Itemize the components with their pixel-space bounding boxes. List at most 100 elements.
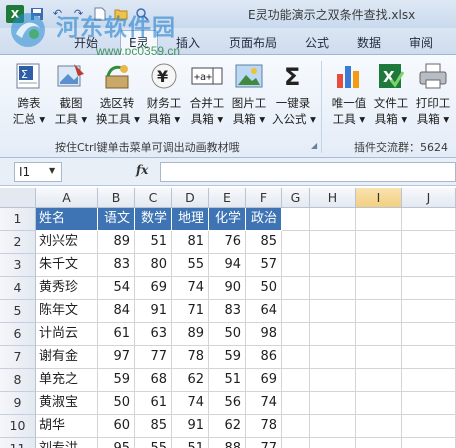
tab-review[interactable]: 审阅 <box>409 34 433 51</box>
empty-cell[interactable] <box>402 208 456 231</box>
score-cell[interactable]: 74 <box>246 392 282 415</box>
empty-cell[interactable] <box>282 300 310 323</box>
score-cell[interactable]: 62 <box>172 369 209 392</box>
open-folder-icon[interactable] <box>112 5 129 22</box>
student-name-cell[interactable]: 黄秀珍 <box>36 277 98 300</box>
row-header-6[interactable]: 6 <box>0 323 36 346</box>
score-cell[interactable]: 55 <box>172 254 209 277</box>
empty-cell[interactable] <box>356 323 402 346</box>
formula-input[interactable] <box>160 162 456 182</box>
student-name-cell[interactable]: 刘兴宏 <box>36 231 98 254</box>
empty-cell[interactable] <box>402 231 456 254</box>
empty-cell[interactable] <box>282 415 310 438</box>
tab-formulas[interactable]: 公式 <box>305 34 329 51</box>
score-cell[interactable]: 83 <box>209 300 246 323</box>
empty-cell[interactable] <box>310 300 356 323</box>
table-header-cell[interactable]: 语文 <box>98 208 135 231</box>
select-all-corner[interactable] <box>0 188 36 208</box>
picture-toolbox-button[interactable]: 图片工 具箱 ▾ <box>228 59 270 137</box>
empty-cell[interactable] <box>356 415 402 438</box>
tab-insert[interactable]: 插入 <box>176 34 200 51</box>
insert-function-icon[interactable]: fx <box>136 163 148 177</box>
score-cell[interactable]: 98 <box>246 323 282 346</box>
empty-cell[interactable] <box>310 208 356 231</box>
empty-cell[interactable] <box>310 392 356 415</box>
score-cell[interactable]: 81 <box>172 231 209 254</box>
print-toolbox-button[interactable]: 打印工 具箱 ▾ <box>412 59 454 137</box>
column-header-h[interactable]: H <box>310 188 356 208</box>
student-name-cell[interactable]: 谢有金 <box>36 346 98 369</box>
empty-cell[interactable] <box>310 346 356 369</box>
empty-cell[interactable] <box>282 392 310 415</box>
score-cell[interactable]: 85 <box>135 415 172 438</box>
column-header-f[interactable]: F <box>246 188 282 208</box>
score-cell[interactable]: 90 <box>209 277 246 300</box>
cross-sheet-summary-button[interactable]: Σ 跨表 汇总 ▾ <box>8 59 50 137</box>
range-convert-button[interactable]: 选区转 换工具 ▾ <box>96 59 140 137</box>
student-name-cell[interactable]: 单充之 <box>36 369 98 392</box>
score-cell[interactable]: 59 <box>209 346 246 369</box>
excel-logo-icon[interactable]: X <box>6 5 24 23</box>
tab-home[interactable]: 开始 <box>74 34 98 51</box>
score-cell[interactable]: 77 <box>246 438 282 448</box>
row-header-3[interactable]: 3 <box>0 254 36 277</box>
score-cell[interactable]: 69 <box>135 277 172 300</box>
score-cell[interactable]: 59 <box>98 369 135 392</box>
empty-cell[interactable] <box>282 323 310 346</box>
score-cell[interactable]: 78 <box>172 346 209 369</box>
score-cell[interactable]: 71 <box>172 300 209 323</box>
score-cell[interactable]: 78 <box>246 415 282 438</box>
empty-cell[interactable] <box>282 369 310 392</box>
score-cell[interactable]: 60 <box>98 415 135 438</box>
row-header-7[interactable]: 7 <box>0 346 36 369</box>
redo-icon[interactable]: ↷ <box>70 5 87 22</box>
column-header-j[interactable]: J <box>402 188 456 208</box>
table-header-cell[interactable]: 地理 <box>172 208 209 231</box>
score-cell[interactable]: 95 <box>98 438 135 448</box>
dialog-launcher-icon[interactable]: ◢ <box>311 141 317 150</box>
spreadsheet-grid[interactable]: A B C D E F G H I J 1 姓名 语文 数学 地理 化学 政治 2 刘兴宏 89 51 81 76 85 3 朱千… <box>0 188 456 448</box>
score-cell[interactable]: 68 <box>135 369 172 392</box>
score-cell[interactable]: 51 <box>135 231 172 254</box>
empty-cell[interactable] <box>310 323 356 346</box>
score-cell[interactable]: 74 <box>172 392 209 415</box>
empty-cell[interactable] <box>310 438 356 448</box>
quick-formula-button[interactable]: Σ 一键录 入公式 ▾ <box>272 59 316 137</box>
empty-cell[interactable] <box>282 438 310 448</box>
tab-data[interactable]: 数据 <box>357 34 381 51</box>
empty-cell[interactable] <box>282 254 310 277</box>
score-cell[interactable]: 56 <box>209 392 246 415</box>
empty-cell[interactable] <box>356 300 402 323</box>
score-cell[interactable]: 91 <box>172 415 209 438</box>
student-name-cell[interactable]: 胡华 <box>36 415 98 438</box>
table-header-cell[interactable]: 化学 <box>209 208 246 231</box>
score-cell[interactable]: 51 <box>172 438 209 448</box>
tab-eling[interactable]: E灵 <box>120 30 158 57</box>
empty-cell[interactable] <box>282 208 310 231</box>
score-cell[interactable]: 50 <box>209 323 246 346</box>
student-name-cell[interactable]: 朱千文 <box>36 254 98 277</box>
chevron-down-icon[interactable]: ▼ <box>49 166 55 175</box>
column-header-e[interactable]: E <box>209 188 246 208</box>
score-cell[interactable]: 62 <box>209 415 246 438</box>
score-cell[interactable]: 63 <box>135 323 172 346</box>
row-header-4[interactable]: 4 <box>0 277 36 300</box>
score-cell[interactable]: 94 <box>209 254 246 277</box>
empty-cell[interactable] <box>402 346 456 369</box>
file-toolbox-button[interactable]: X 文件工 具箱 ▾ <box>370 59 412 137</box>
merge-toolbox-button[interactable]: +a+ 合并工 具箱 ▾ <box>186 59 228 137</box>
score-cell[interactable]: 55 <box>135 438 172 448</box>
empty-cell[interactable] <box>402 300 456 323</box>
column-header-g[interactable]: G <box>282 188 310 208</box>
empty-cell[interactable] <box>356 392 402 415</box>
empty-cell[interactable] <box>402 392 456 415</box>
empty-cell[interactable] <box>402 415 456 438</box>
row-header-11[interactable]: 11 <box>0 438 36 448</box>
table-header-cell[interactable]: 姓名 <box>36 208 98 231</box>
save-icon[interactable] <box>28 5 45 22</box>
column-header-a[interactable]: A <box>36 188 98 208</box>
row-header-5[interactable]: 5 <box>0 300 36 323</box>
score-cell[interactable]: 77 <box>135 346 172 369</box>
empty-cell[interactable] <box>356 231 402 254</box>
score-cell[interactable]: 89 <box>172 323 209 346</box>
